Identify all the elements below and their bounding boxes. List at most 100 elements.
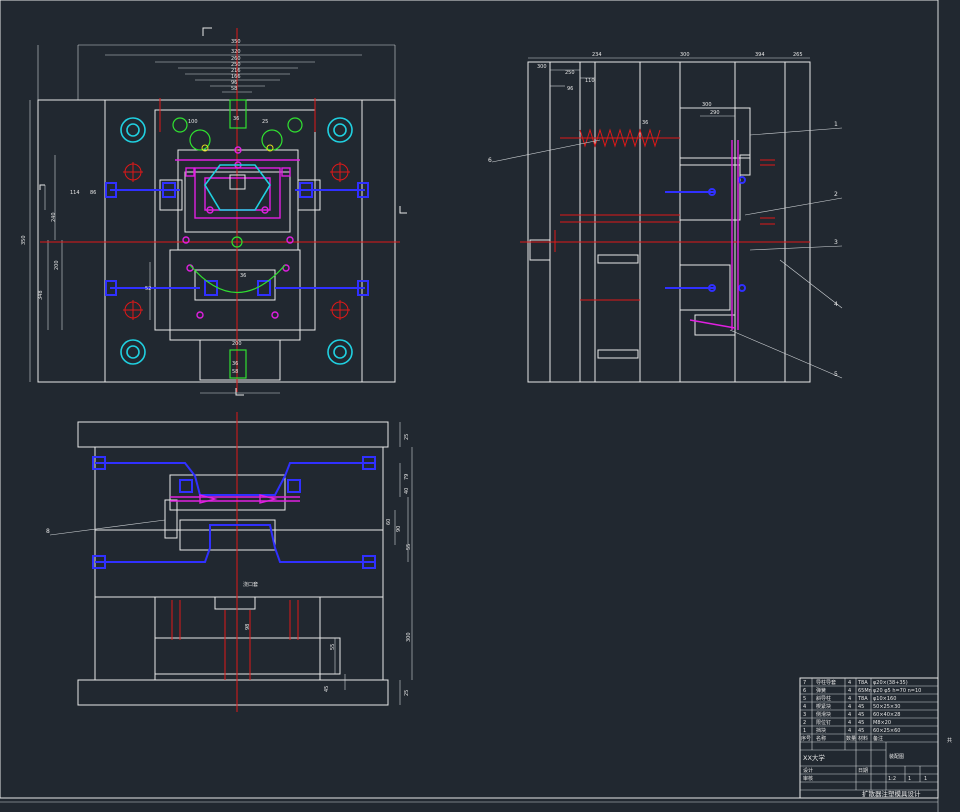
part-no: 4 xyxy=(803,704,806,710)
part-note: φ20 φ5 h=70 n=10 xyxy=(873,688,921,694)
dim-text: 58 xyxy=(232,369,238,375)
dim-text: 40 xyxy=(404,488,410,494)
part-no: 5 xyxy=(803,696,806,702)
part-material: T8A xyxy=(857,680,868,686)
part-qty: 4 xyxy=(848,696,851,702)
part-material: 45 xyxy=(858,728,864,734)
header-cell: 序号 xyxy=(801,735,811,742)
dim-text: 36 xyxy=(232,361,238,367)
dim-text: 98 xyxy=(245,624,251,630)
part-note: 60×40×28 xyxy=(873,712,900,718)
dim-text: 250 xyxy=(565,70,575,76)
part-material: 45 xyxy=(858,720,864,726)
dim-text: 290 xyxy=(710,110,720,116)
part-material: T8A xyxy=(857,696,868,702)
dim-text: 300 xyxy=(537,64,547,70)
dim-text: 265 xyxy=(793,52,803,58)
dim-text: 25 xyxy=(404,434,410,440)
dim-text: 300 xyxy=(680,52,690,58)
cad-drawing: 共 350 320 260 250 216 166 96 58 36 36 58… xyxy=(0,0,952,812)
part-note: 50×25×30 xyxy=(873,704,900,710)
dim-text: 320 xyxy=(231,49,241,55)
part-no: 7 xyxy=(803,680,806,686)
part-material: 65Mn xyxy=(858,688,872,694)
dim-text: 240 xyxy=(51,212,57,222)
dim-text: 114 xyxy=(70,190,80,196)
school-name: XX大学 xyxy=(803,753,825,762)
dim-text: 200 xyxy=(54,260,60,270)
dim-text: 55 xyxy=(406,544,412,550)
header-cell: 备注 xyxy=(873,735,883,742)
balloon-5: 5 xyxy=(834,371,838,378)
part-note: φ20×(38+35) xyxy=(873,680,908,686)
balloon-2: 2 xyxy=(834,191,838,198)
part-no: 2 xyxy=(803,720,806,726)
part-note: 60×25×60 xyxy=(873,728,900,734)
dim-text: 300 xyxy=(406,632,412,642)
dim-text: 25 xyxy=(262,119,268,125)
dim-text: 36 xyxy=(642,120,648,126)
checker-label: 审核 xyxy=(803,775,813,782)
drawing-sub: 装配图 xyxy=(889,753,904,760)
part-material: 45 xyxy=(858,712,864,718)
part-no: 6 xyxy=(803,688,806,694)
dim-text: 100 xyxy=(188,119,198,125)
part-name: 弹簧 xyxy=(816,687,826,694)
part-note: M8×20 xyxy=(873,720,891,726)
part-name: 楔紧块 xyxy=(816,703,831,710)
balloon-4: 4 xyxy=(834,301,838,308)
dim-text: 52 xyxy=(145,286,151,292)
dim-text: 60 xyxy=(386,519,392,525)
part-material: 45 xyxy=(858,704,864,710)
balloon-1: 1 xyxy=(834,121,838,128)
part-no: 1 xyxy=(803,728,806,734)
part-qty: 4 xyxy=(848,680,851,686)
header-cell: 数量 xyxy=(846,735,856,742)
sheet-count: 1 xyxy=(924,776,927,782)
dim-text: 394 xyxy=(755,52,765,58)
title-block: 7 导柱导套 4 T8A φ20×(38+35) 6 弹簧 4 65Mn φ20… xyxy=(799,677,939,799)
dim-text: 200 xyxy=(232,341,242,347)
balloon-3: 3 xyxy=(834,239,838,246)
part-qty: 4 xyxy=(848,720,851,726)
part-qty: 4 xyxy=(848,712,851,718)
side-view: 234 300 394 265 300 250 110 96 300 290 3… xyxy=(488,52,843,383)
date-label: 日期 xyxy=(858,768,868,774)
dim-text: 300 xyxy=(702,102,712,108)
dim-text: 25 xyxy=(404,690,410,696)
drawing-frame xyxy=(0,0,939,799)
dim-text: 348 xyxy=(38,290,44,300)
dim-text: 90 xyxy=(396,526,402,532)
header-cell: 名称 xyxy=(816,735,826,742)
dim-text: 350 xyxy=(21,235,27,245)
section-view: 25 79 40 60 90 55 300 25 55 45 98 浇口套 8 xyxy=(46,412,413,712)
part-qty: 4 xyxy=(848,704,851,710)
drawing-title: 扩散器注塑模具设计 xyxy=(862,789,921,798)
part-name: 侧滑块 xyxy=(816,711,831,718)
balloon-6: 6 xyxy=(488,157,492,164)
part-qty: 4 xyxy=(848,688,851,694)
part-qty: 4 xyxy=(848,728,851,734)
dim-text: 234 xyxy=(592,52,602,58)
label-sprue-bushing: 浇口套 xyxy=(243,581,258,588)
dim-text: 36 xyxy=(233,116,239,122)
dim-text: 110 xyxy=(585,78,595,84)
part-no: 3 xyxy=(803,712,806,718)
top-view: 350 320 260 250 216 166 96 58 36 36 58 2… xyxy=(21,27,407,396)
part-name: 限位钉 xyxy=(816,719,831,726)
designer-label: 设计 xyxy=(803,767,813,774)
dim-text: 96 xyxy=(567,86,573,92)
scale-ratio: 1:2 xyxy=(888,776,896,782)
dim-text: 55 xyxy=(330,644,336,650)
dim-text: 79 xyxy=(404,474,410,480)
dim-text: 58 xyxy=(231,86,237,92)
part-name: 导柱导套 xyxy=(816,679,836,686)
dim-text: 45 xyxy=(324,686,330,692)
dim-text: 86 xyxy=(90,190,96,196)
dim-overall-width: 350 xyxy=(231,39,241,45)
dim-text: 36 xyxy=(240,273,246,279)
right-margin-mark: 共 xyxy=(947,737,952,744)
part-name: 斜导柱 xyxy=(816,695,831,702)
sheet-no: 1 xyxy=(908,776,911,782)
part-note: φ10×160 xyxy=(873,696,896,702)
